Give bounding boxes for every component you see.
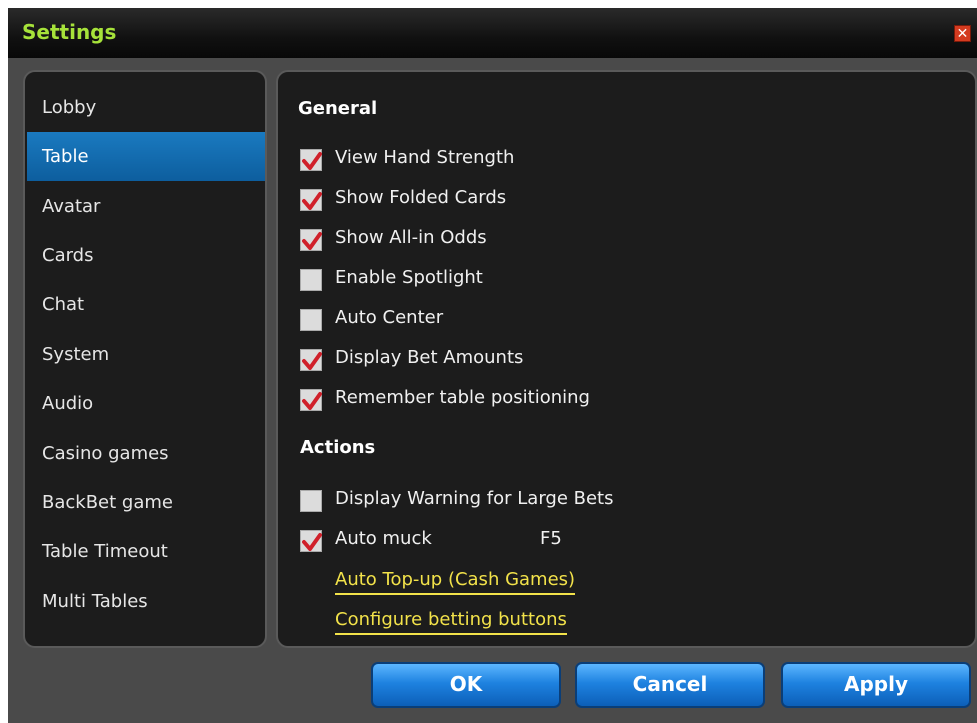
cancel-button[interactable]: Cancel	[575, 662, 765, 708]
sidebar-item-lobby[interactable]: Lobby	[27, 83, 265, 132]
window-title: Settings	[22, 20, 117, 44]
checkmark-icon	[302, 392, 322, 410]
option-label: Display Warning for Large Bets	[335, 488, 614, 509]
apply-button[interactable]: Apply	[781, 662, 971, 708]
checkbox[interactable]	[300, 349, 322, 371]
option-label: Auto Center	[335, 307, 444, 328]
checkmark-icon	[302, 352, 322, 370]
option-label: Enable Spotlight	[335, 267, 483, 288]
sidebar-item-casino-games[interactable]: Casino games	[27, 429, 265, 478]
sidebar-item-table[interactable]: Table	[27, 132, 265, 181]
hotkey-label: F5	[540, 528, 562, 549]
sidebar-item-chat[interactable]: Chat	[27, 280, 265, 329]
title-bar[interactable]: Settings ✕	[8, 8, 977, 58]
checkbox[interactable]	[300, 309, 322, 331]
checkmark-icon	[302, 232, 322, 250]
option-label: Show All-in Odds	[335, 227, 487, 248]
settings-content-panel: General View Hand Strength Show Folded C…	[276, 70, 977, 648]
sidebar-item-backbet-game[interactable]: BackBet game	[27, 478, 265, 527]
option-label: Auto muck	[335, 528, 432, 549]
checkbox[interactable]	[300, 530, 322, 552]
settings-category-list: Lobby Table Avatar Cards Chat System Aud…	[23, 70, 267, 648]
checkmark-icon	[302, 192, 322, 210]
general-heading: General	[298, 98, 378, 119]
sidebar-item-system[interactable]: System	[27, 330, 265, 379]
checkmark-icon	[302, 533, 322, 551]
sidebar-item-multi-tables[interactable]: Multi Tables	[27, 577, 265, 626]
checkmark-icon	[302, 152, 322, 170]
option-label: Display Bet Amounts	[335, 347, 524, 368]
option-label: Remember table positioning	[335, 387, 590, 408]
option-label: View Hand Strength	[335, 147, 515, 168]
sidebar-item-audio[interactable]: Audio	[27, 379, 265, 428]
checkbox[interactable]	[300, 149, 322, 171]
configure-betting-buttons-link[interactable]: Configure betting buttons	[335, 609, 567, 635]
checkbox[interactable]	[300, 269, 322, 291]
checkbox[interactable]	[300, 189, 322, 211]
auto-top-up-link[interactable]: Auto Top-up (Cash Games)	[335, 569, 576, 595]
sidebar-item-avatar[interactable]: Avatar	[27, 182, 265, 231]
checkbox[interactable]	[300, 389, 322, 411]
actions-heading: Actions	[300, 437, 376, 458]
checkbox[interactable]	[300, 490, 322, 512]
close-icon[interactable]: ✕	[954, 25, 971, 42]
ok-button[interactable]: OK	[371, 662, 561, 708]
sidebar-item-cards[interactable]: Cards	[27, 231, 265, 280]
settings-window: Settings ✕ Lobby Table Avatar Cards Chat…	[8, 8, 977, 723]
checkbox[interactable]	[300, 229, 322, 251]
option-label: Show Folded Cards	[335, 187, 507, 208]
sidebar-item-table-timeout[interactable]: Table Timeout	[27, 527, 265, 576]
